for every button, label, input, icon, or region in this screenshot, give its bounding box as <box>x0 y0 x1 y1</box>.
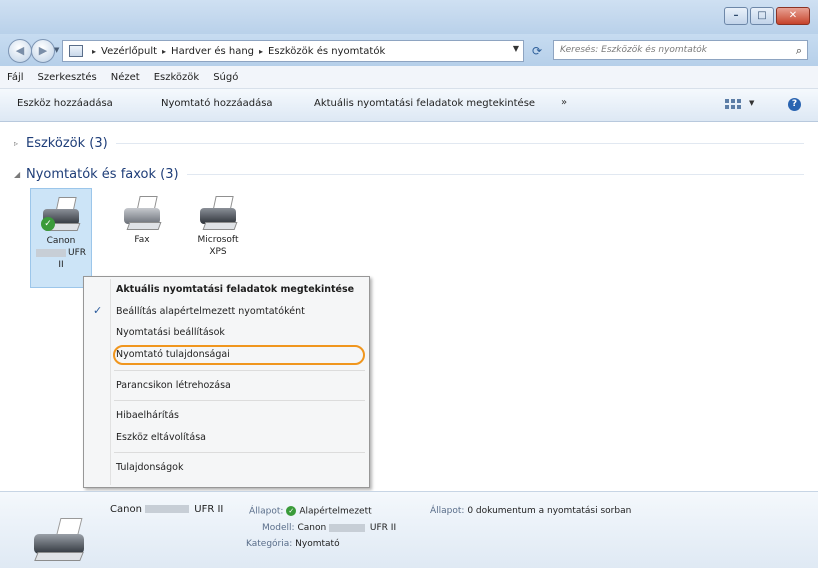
minimize-button[interactable]: – <box>724 7 748 25</box>
collapse-icon[interactable]: ◢ <box>14 170 24 179</box>
close-icon: ✕ <box>788 10 798 21</box>
printer-large-icon <box>30 518 88 562</box>
breadcrumb-separator-icon[interactable]: ▸ <box>92 47 96 56</box>
add-device-button[interactable]: Eszköz hozzáadása <box>17 98 113 109</box>
menu-item-view-print-jobs[interactable]: Aktuális nyomtatási feladatok megtekinté… <box>116 284 354 295</box>
printer-name-line2: XPS <box>209 247 227 257</box>
default-check-icon: ✓ <box>286 506 297 516</box>
printer-name-line1: Canon <box>46 236 76 246</box>
printer-name-line1: Microsoft <box>197 235 239 245</box>
printer-name-line2: UFR <box>31 247 91 259</box>
window-controls: – □ ✕ <box>722 7 810 25</box>
command-bar: Eszköz hozzáadása Nyomtató hozzáadása Ak… <box>0 89 818 122</box>
group-printers-label: Nyomtatók és faxok (3) <box>26 167 179 182</box>
add-printer-button[interactable]: Nyomtató hozzáadása <box>161 98 273 109</box>
details-printer-name: Canon UFR II <box>110 504 224 515</box>
change-view-button[interactable]: ▼ <box>725 97 755 113</box>
breadcrumb: ▸ Vezérlőpult ▸ Hardver és hang ▸ Eszköz… <box>87 46 385 57</box>
group-devices-label: Eszközök (3) <box>26 136 108 151</box>
redacted-model <box>329 523 366 532</box>
group-divider <box>115 143 804 144</box>
menu-item-troubleshoot[interactable]: Hibaelhárítás <box>116 410 179 421</box>
refresh-icon: ⟳ <box>531 44 543 58</box>
group-devices[interactable]: ▹ Eszközök (3) <box>14 136 804 151</box>
menu-file[interactable]: Fájl <box>0 72 31 83</box>
devices-and-printers-window: – □ ✕ ◀ ▶ ▼ ▸ Vezérlőpult ▸ Hardver és h… <box>0 0 818 568</box>
breadcrumb-hardware-and-sound[interactable]: Hardver és hang <box>171 46 254 57</box>
search-icon[interactable]: ⌕ <box>796 44 802 58</box>
checkmark-icon: ✓ <box>93 304 103 317</box>
forward-arrow-icon: ▶ <box>38 44 48 57</box>
view-dropdown-icon: ▼ <box>749 99 755 107</box>
details-state: Állapot: ✓ Alapértelmezett <box>249 506 372 517</box>
address-dropdown-icon[interactable]: ▼ <box>513 44 519 53</box>
printer-name-line1: Fax <box>134 235 150 245</box>
search-box[interactable]: ⌕ <box>553 40 808 60</box>
breadcrumb-separator-icon[interactable]: ▸ <box>162 47 166 56</box>
refresh-button[interactable]: ⟳ <box>526 42 548 60</box>
printer-canon[interactable]: ✓ Canon UFR II <box>30 188 92 288</box>
printer-name-line3: II <box>58 260 64 270</box>
redacted-model <box>35 248 66 257</box>
address-row: ◀ ▶ ▼ ▸ Vezérlőpult ▸ Hardver és hang ▸ … <box>0 34 818 66</box>
help-button[interactable]: ? <box>788 98 801 111</box>
search-input[interactable] <box>560 43 780 57</box>
group-printers[interactable]: ◢ Nyomtatók és faxok (3) <box>14 167 804 182</box>
menu-edit[interactable]: Szerkesztés <box>31 72 104 83</box>
view-print-jobs-button[interactable]: Aktuális nyomtatási feladatok megtekinté… <box>314 98 535 109</box>
menu-item-printer-properties[interactable]: Nyomtató tulajdonságai <box>113 345 365 365</box>
details-status: Állapot: 0 dokumentum a nyomtatási sorba… <box>430 506 632 516</box>
close-button[interactable]: ✕ <box>776 7 810 25</box>
printer-icon <box>198 196 238 232</box>
group-divider <box>186 174 804 175</box>
printer-fax[interactable]: Fax <box>111 188 173 288</box>
menu-bar: Fájl Szerkesztés Nézet Eszközök Súgó <box>0 66 818 89</box>
menu-view[interactable]: Nézet <box>104 72 147 83</box>
details-pane: Canon UFR II Állapot: ✓ Alapértelmezett M… <box>0 491 818 568</box>
menu-tools[interactable]: Eszközök <box>147 72 207 83</box>
back-arrow-icon: ◀ <box>15 44 25 57</box>
menu-separator <box>114 370 365 371</box>
printer-microsoft-xps[interactable]: Microsoft XPS <box>187 188 249 288</box>
context-menu: Aktuális nyomtatási feladatok megtekinté… <box>83 276 370 488</box>
menu-separator <box>114 452 365 453</box>
maximize-icon: □ <box>757 10 767 21</box>
address-bar[interactable]: ▸ Vezérlőpult ▸ Hardver és hang ▸ Eszköz… <box>62 40 524 62</box>
menu-item-set-default[interactable]: Beállítás alapértelmezett nyomtatóként <box>116 306 305 317</box>
breadcrumb-separator-icon[interactable]: ▸ <box>259 47 263 56</box>
menu-separator <box>114 400 365 401</box>
breadcrumb-devices-and-printers[interactable]: Eszközök és nyomtatók <box>268 46 385 57</box>
control-panel-icon <box>69 45 83 57</box>
menu-help[interactable]: Súgó <box>206 72 245 83</box>
back-button[interactable]: ◀ <box>8 39 32 63</box>
printer-icon: ✓ <box>41 197 81 233</box>
menu-item-properties[interactable]: Tulajdonságok <box>116 462 183 473</box>
menu-item-printing-preferences[interactable]: Nyomtatási beállítások <box>116 327 225 338</box>
maximize-button[interactable]: □ <box>750 7 774 25</box>
default-check-icon: ✓ <box>41 217 55 231</box>
more-commands-button[interactable]: » <box>561 97 567 108</box>
recent-pages-dropdown-icon[interactable]: ▼ <box>54 46 59 54</box>
menu-item-create-shortcut[interactable]: Parancsikon létrehozása <box>116 380 231 391</box>
details-category: Kategória: Nyomtató <box>246 539 340 549</box>
highlight-ring <box>113 345 365 365</box>
forward-button[interactable]: ▶ <box>31 39 55 63</box>
redacted-model <box>145 505 190 513</box>
breadcrumb-control-panel[interactable]: Vezérlőpult <box>101 46 157 57</box>
details-model: Modell: Canon UFR II <box>262 523 397 533</box>
expand-icon[interactable]: ▹ <box>14 139 24 148</box>
fax-icon <box>122 196 162 232</box>
title-bar[interactable]: – □ ✕ <box>0 0 818 34</box>
minimize-icon: – <box>733 10 739 21</box>
menu-item-remove-device[interactable]: Eszköz eltávolítása <box>116 432 206 443</box>
